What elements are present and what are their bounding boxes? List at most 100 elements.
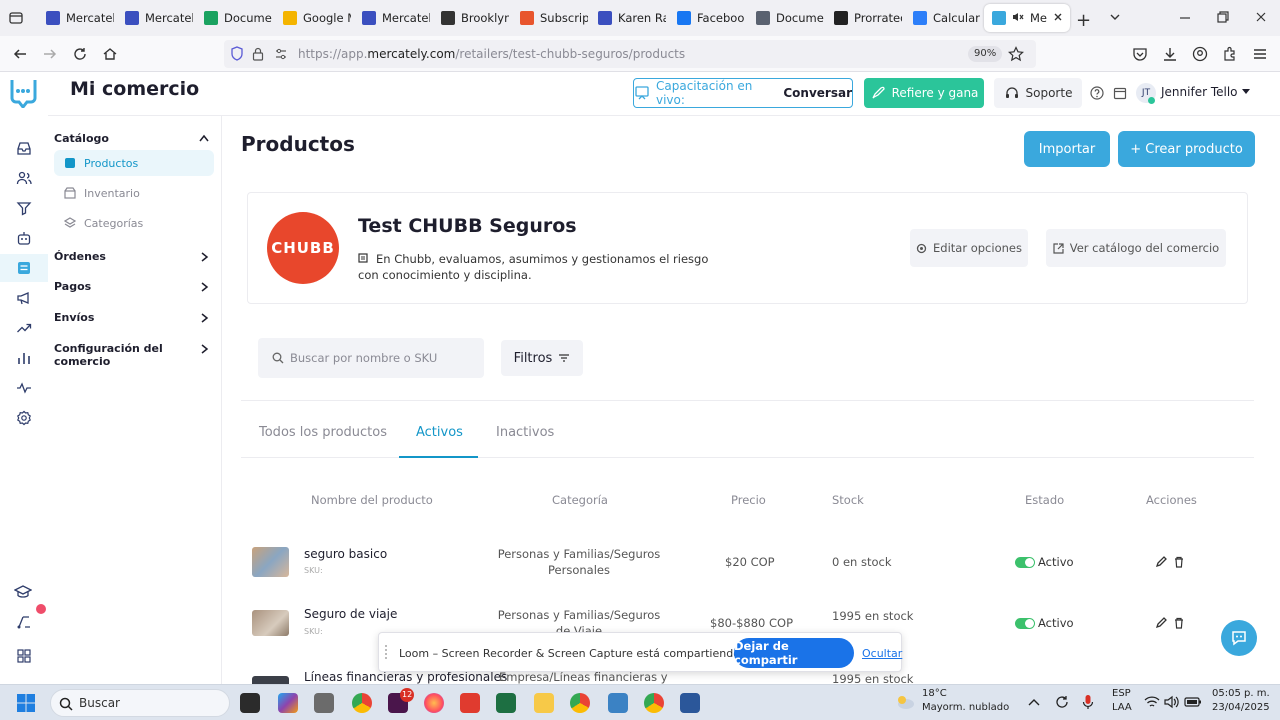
back-icon[interactable] [12,46,28,62]
shield-icon[interactable] [230,46,244,62]
copilot-icon[interactable] [278,693,298,713]
sidebar-item-productos[interactable]: Productos [54,150,214,176]
weather-desc[interactable]: Mayorm. nublado [922,702,1009,713]
trash-icon[interactable] [1173,556,1185,568]
calendar-icon[interactable] [1113,86,1127,100]
table-row[interactable]: seguro basico SKU: Personas y Familias/S… [241,534,1254,590]
word-icon[interactable] [680,693,700,713]
permissions-icon[interactable] [274,47,288,61]
create-product-button[interactable]: + Crear producto [1118,131,1255,167]
import-button[interactable]: Importar [1024,131,1110,167]
sync-icon[interactable] [1054,694,1070,710]
file-explorer-icon[interactable] [534,693,554,713]
catalog-icon[interactable] [16,260,32,276]
status-toggle[interactable] [1015,557,1035,568]
help-icon[interactable] [1090,86,1104,100]
close-window-icon[interactable] [1254,10,1268,24]
edit-pencil-icon[interactable] [1155,617,1167,629]
excel-icon[interactable] [496,693,516,713]
academy-icon[interactable] [14,584,32,600]
hide-link[interactable]: Ocultar [862,647,902,660]
browser-tab[interactable]: Calcular t [905,4,981,32]
chevron-right-icon[interactable] [201,313,209,323]
zoom-level[interactable]: 90% [968,46,1003,62]
tab-active[interactable]: Activos [416,425,463,440]
mute-tab-icon[interactable] [1012,11,1024,26]
trash-icon[interactable] [1173,617,1185,629]
tab-overview-icon[interactable] [8,10,24,26]
extensions-icon[interactable] [1222,46,1238,62]
minimize-icon[interactable] [1178,10,1192,24]
clock-time[interactable]: 05:05 p. m. [1212,688,1270,699]
downloads-icon[interactable] [1162,46,1178,62]
filters-button[interactable]: Filtros [501,340,583,376]
restore-icon[interactable] [1216,10,1230,24]
task-view-icon[interactable] [240,693,260,713]
menu-icon[interactable] [1252,46,1268,62]
lock-icon[interactable] [252,46,264,62]
address-bar[interactable]: https://app.mercately.com/retailers/test… [224,40,1036,68]
browser-tab[interactable]: Google M [275,4,351,32]
edit-options-button[interactable]: Editar opciones [910,229,1028,267]
home-icon[interactable] [102,46,118,62]
funnel-icon[interactable] [16,200,32,216]
language-sub-label[interactable]: LAA [1112,702,1132,713]
bookmark-star-icon[interactable] [1008,46,1024,62]
table-row[interactable]: Líneas financieras y profesionales Empre… [241,670,1254,684]
mercately-logo-icon[interactable] [9,76,37,108]
browser-tab[interactable]: Facebook [669,4,745,32]
chevron-right-icon[interactable] [201,282,209,292]
view-catalog-button[interactable]: Ver catálogo del comercio [1046,229,1226,267]
product-name[interactable]: Seguro de viaje [304,607,397,621]
inbox-icon[interactable] [16,140,32,156]
snipping-tool-icon[interactable] [608,693,628,713]
account-icon[interactable] [1192,46,1208,62]
sidebar-item-inventario[interactable]: Inventario [54,180,214,206]
product-name[interactable]: seguro basico [304,547,387,561]
support-button[interactable]: Soporte [994,78,1082,108]
chrome-icon[interactable] [644,693,664,713]
sidebar-section-configuracion[interactable]: Configuración del comercio [54,342,204,368]
browser-tab[interactable]: Me [984,4,1070,32]
refer-button[interactable]: Refiere y gana [864,78,984,108]
apps-grid-icon[interactable] [16,648,32,664]
clock-date[interactable]: 23/04/2025 [1212,702,1270,713]
drag-handle[interactable] [385,645,390,659]
battery-icon[interactable] [1184,695,1202,709]
chevron-right-icon[interactable] [201,252,209,262]
browser-tab[interactable]: Brooklyn [433,4,509,32]
tab-inactive[interactable]: Inactivos [496,425,554,440]
sidebar-section-envios[interactable]: Envíos [54,311,94,324]
status-toggle[interactable] [1015,618,1035,629]
close-tab-icon[interactable] [1053,11,1063,25]
browser-tab[interactable]: Mercately [117,4,193,32]
stats-icon[interactable] [16,350,32,366]
browser-tab[interactable]: Subscripti [512,4,588,32]
contacts-icon[interactable] [16,170,32,186]
pocket-icon[interactable] [1132,46,1148,62]
integrations-icon[interactable] [16,614,32,630]
edit-pencil-icon[interactable] [1155,556,1167,568]
new-tab-icon[interactable]: + [1076,10,1091,31]
sidebar-item-categorias[interactable]: Categorías [54,210,214,236]
stop-sharing-button[interactable]: Dejar de compartir [734,638,854,668]
campaign-icon[interactable] [16,290,32,306]
chevron-right-icon[interactable] [201,344,209,354]
windows-start-icon[interactable] [16,693,36,713]
browser-tab[interactable]: Prorrateo [826,4,902,32]
app-icon[interactable] [314,693,334,713]
browser-tab[interactable]: Karen Ran [590,4,666,32]
sidebar-section-pagos[interactable]: Pagos [54,280,91,293]
browser-tab[interactable]: Mercately [38,4,114,32]
browser-tab[interactable]: Documen [748,4,824,32]
sidebar-catalog-header[interactable]: Catálogo [54,132,109,145]
user-menu[interactable]: Jennifer Tello [1161,85,1250,99]
microphone-icon[interactable] [1082,694,1094,710]
bot-icon[interactable] [16,230,32,246]
search-input[interactable]: Buscar por nombre o SKU [258,338,484,378]
reload-icon[interactable] [72,46,88,62]
wifi-icon[interactable] [1144,695,1160,709]
chrome-icon[interactable] [570,693,590,713]
activity-icon[interactable] [16,380,32,396]
weather-temp[interactable]: 18°C [922,688,947,699]
